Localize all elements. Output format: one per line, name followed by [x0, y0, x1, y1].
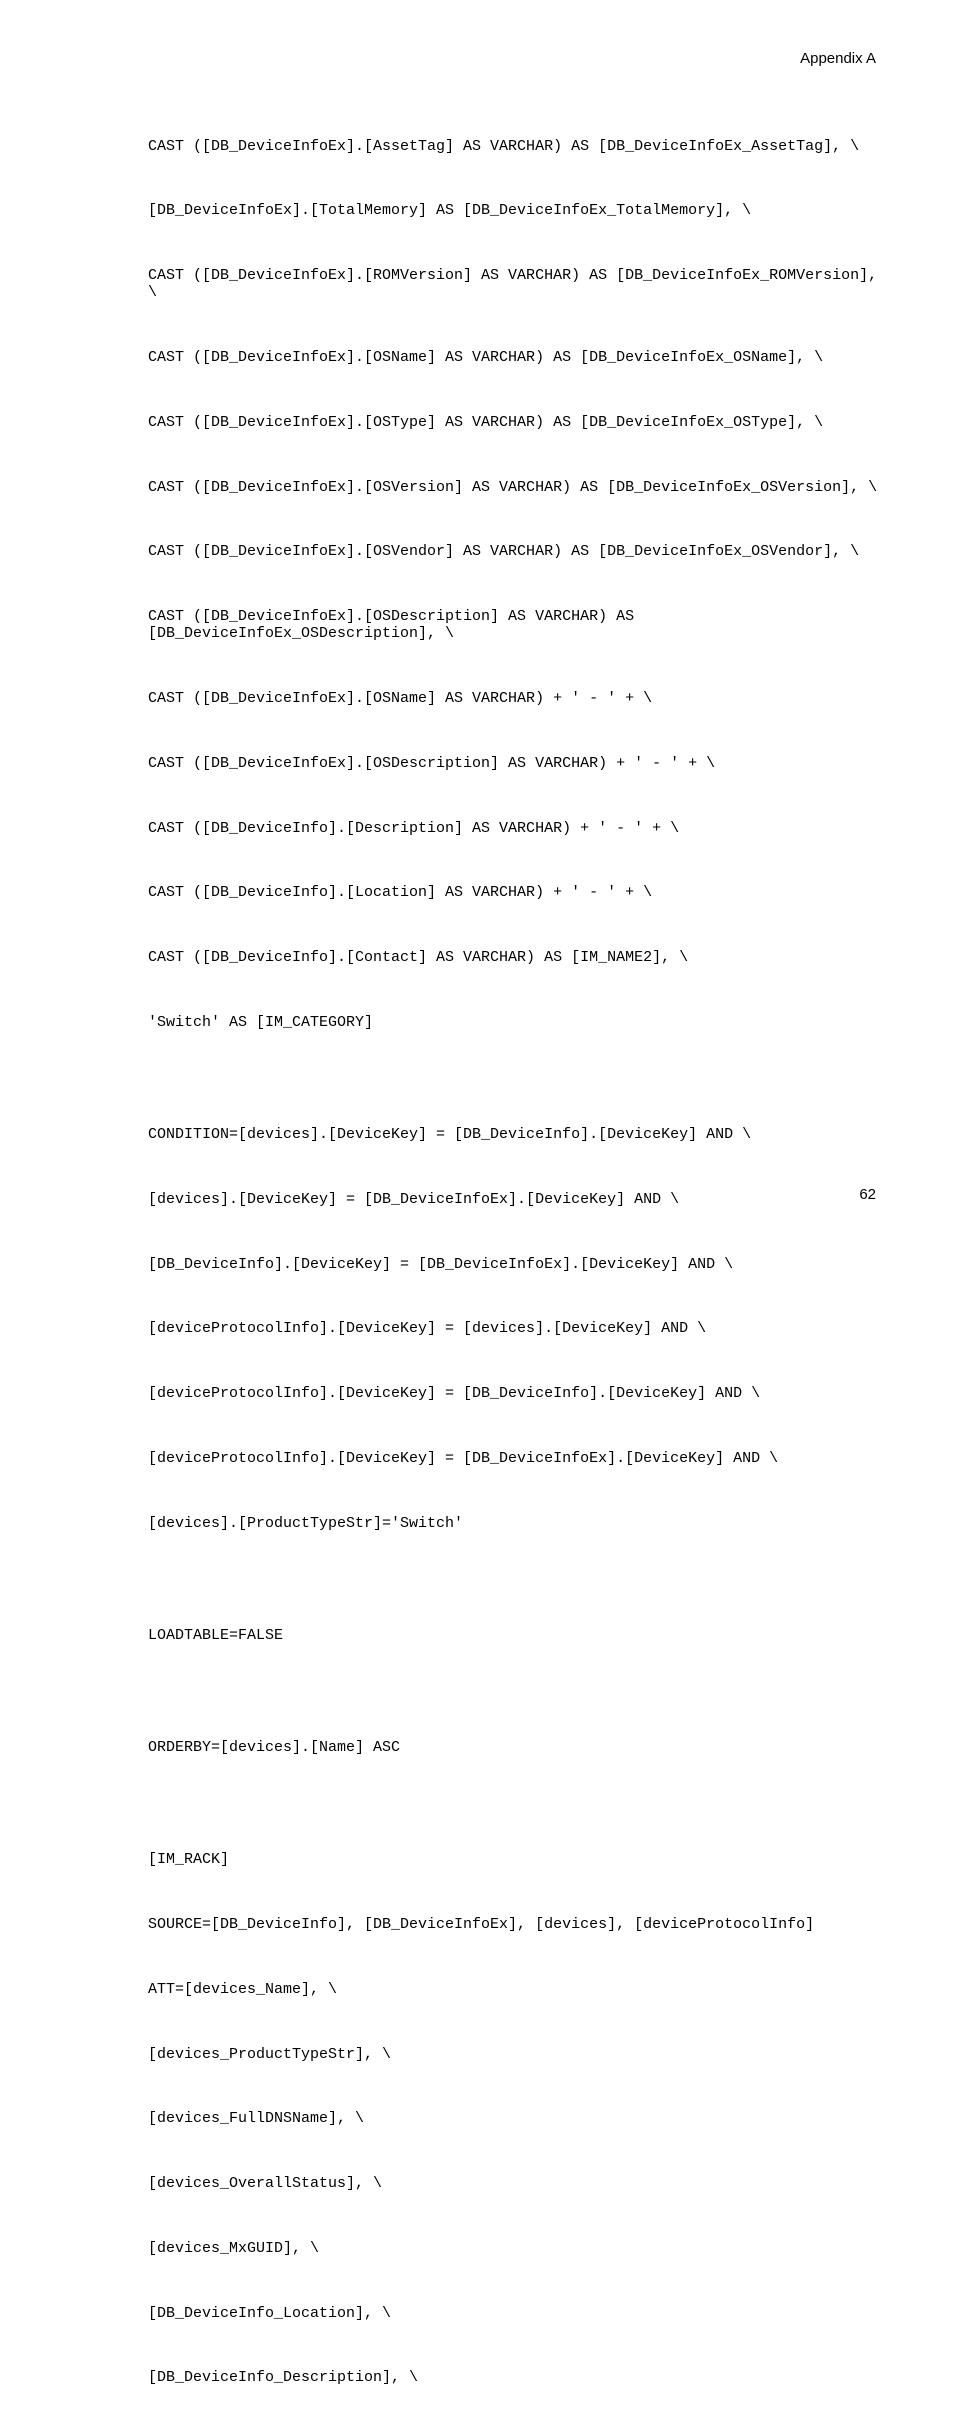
- code-line: [DB_DeviceInfo].[DeviceKey] = [DB_Device…: [148, 1256, 882, 1273]
- code-line: CAST ([DB_DeviceInfoEx].[OSDescription] …: [148, 755, 882, 772]
- code-line: CAST ([DB_DeviceInfo].[Contact] AS VARCH…: [148, 949, 882, 966]
- code-line: CAST ([DB_DeviceInfoEx].[OSVendor] AS VA…: [148, 543, 882, 560]
- code-line: CAST ([DB_DeviceInfoEx].[OSName] AS VARC…: [148, 349, 882, 366]
- blank-line: [148, 1692, 882, 1705]
- code-line: CAST ([DB_DeviceInfoEx].[OSType] AS VARC…: [148, 414, 882, 431]
- code-line: [devices_ProductTypeStr], \: [148, 2046, 882, 2063]
- page-container: Appendix A CAST ([DB_DeviceInfoEx].[Asse…: [0, 0, 954, 1235]
- code-line: LOADTABLE=FALSE: [148, 1627, 882, 1644]
- code-line: [deviceProtocolInfo].[DeviceKey] = [DB_D…: [148, 1450, 882, 1467]
- code-line: [DB_DeviceInfo_Location], \: [148, 2305, 882, 2322]
- code-line: [deviceProtocolInfo].[DeviceKey] = [DB_D…: [148, 1385, 882, 1402]
- code-line: CAST ([DB_DeviceInfoEx].[ROMVersion] AS …: [148, 267, 882, 302]
- code-line: [devices].[DeviceKey] = [DB_DeviceInfoEx…: [148, 1191, 882, 1208]
- code-line: [IM_RACK]: [148, 1851, 882, 1868]
- page-header: Appendix A: [148, 50, 882, 67]
- code-line: CAST ([DB_DeviceInfoEx].[OSDescription] …: [148, 608, 882, 643]
- code-line: [deviceProtocolInfo].[DeviceKey] = [devi…: [148, 1320, 882, 1337]
- code-block: CAST ([DB_DeviceInfoEx].[AssetTag] AS VA…: [148, 103, 882, 2434]
- code-line: [devices].[ProductTypeStr]='Switch': [148, 1515, 882, 1532]
- page-number: 62: [859, 1186, 876, 1203]
- code-line: ATT=[devices_Name], \: [148, 1981, 882, 1998]
- code-line: [DB_DeviceInfoEx].[TotalMemory] AS [DB_D…: [148, 202, 882, 219]
- code-line: [devices_FullDNSName], \: [148, 2110, 882, 2127]
- blank-line: [148, 1579, 882, 1592]
- code-line: CAST ([DB_DeviceInfo].[Description] AS V…: [148, 820, 882, 837]
- code-line: CAST ([DB_DeviceInfoEx].[AssetTag] AS VA…: [148, 138, 882, 155]
- blank-line: [148, 1804, 882, 1817]
- blank-line: [148, 1079, 882, 1092]
- code-line: CAST ([DB_DeviceInfo].[Location] AS VARC…: [148, 884, 882, 901]
- code-line: ORDERBY=[devices].[Name] ASC: [148, 1739, 882, 1756]
- code-line: CAST ([DB_DeviceInfoEx].[OSName] AS VARC…: [148, 690, 882, 707]
- code-line: CAST ([DB_DeviceInfoEx].[OSVersion] AS V…: [148, 479, 882, 496]
- code-line: CONDITION=[devices].[DeviceKey] = [DB_De…: [148, 1126, 882, 1143]
- code-line: [DB_DeviceInfo_Description], \: [148, 2369, 882, 2386]
- code-line: [devices_OverallStatus], \: [148, 2175, 882, 2192]
- code-line: SOURCE=[DB_DeviceInfo], [DB_DeviceInfoEx…: [148, 1916, 882, 1933]
- code-line: 'Switch' AS [IM_CATEGORY]: [148, 1014, 882, 1031]
- code-line: [devices_MxGUID], \: [148, 2240, 882, 2257]
